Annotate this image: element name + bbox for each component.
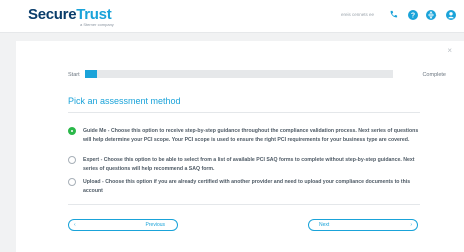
- top-right-toolbar: ereis cennets ee ?: [341, 9, 456, 20]
- next-button-label: Next: [319, 222, 330, 228]
- radio-guide-me[interactable]: [68, 127, 76, 135]
- progress-end-label: Complete: [422, 72, 446, 78]
- help-icon[interactable]: ?: [407, 9, 418, 20]
- progress-start-label: Start: [68, 72, 80, 78]
- securetrust-logo[interactable]: SecureTrust a Sterner company: [28, 7, 114, 27]
- chevron-right-icon: ›: [410, 222, 412, 228]
- progress-track: [85, 70, 393, 78]
- phone-icon[interactable]: [388, 9, 399, 20]
- close-icon[interactable]: ×: [447, 47, 452, 55]
- previous-button[interactable]: ‹ Previous: [68, 219, 178, 231]
- option-expert[interactable]: Expert - Choose this option to be able t…: [68, 156, 424, 174]
- divider: [68, 112, 420, 113]
- option-expert-label: Expert - Choose this option to be able t…: [83, 157, 415, 172]
- option-upload-label: Upload - Choose this option if you are a…: [83, 179, 411, 194]
- radio-upload[interactable]: [68, 178, 76, 186]
- logo-wordmark: SecureTrust: [28, 6, 112, 23]
- next-button[interactable]: Next ›: [308, 219, 418, 231]
- language-icon[interactable]: [426, 9, 437, 20]
- logo-subtitle: a Sterner company: [80, 22, 114, 27]
- divider: [68, 204, 420, 205]
- option-upload[interactable]: Upload - Choose this option if you are a…: [68, 178, 424, 196]
- user-info[interactable]: ereis cennets ee: [341, 12, 374, 17]
- svg-text:?: ?: [410, 12, 414, 19]
- progress-fill: [85, 70, 98, 78]
- option-guide-me[interactable]: Guide Me - Choose this option to receive…: [68, 127, 424, 145]
- chevron-left-icon: ‹: [74, 222, 76, 228]
- assessment-panel: × Start Complete Pick an assessment meth…: [16, 41, 464, 252]
- top-bar: SecureTrust a Sterner company ereis cenn…: [0, 0, 464, 33]
- progress-bar: Start Complete: [68, 70, 446, 80]
- radio-expert[interactable]: [68, 156, 76, 164]
- previous-button-label: Previous: [145, 222, 165, 228]
- account-icon[interactable]: [445, 9, 456, 20]
- option-guide-me-label: Guide Me - Choose this option to receive…: [83, 128, 419, 143]
- page-title: Pick an assessment method: [68, 96, 181, 106]
